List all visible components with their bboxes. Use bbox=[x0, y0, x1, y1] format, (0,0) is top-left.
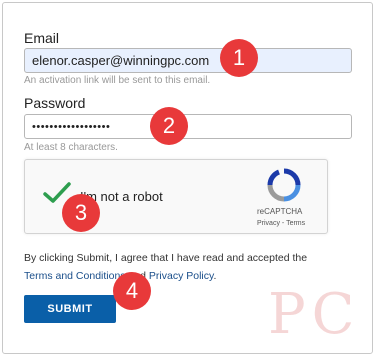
terms-conditions-link[interactable]: Terms and Conditions bbox=[24, 270, 126, 282]
email-hint: An activation link will be sent to this … bbox=[24, 75, 211, 86]
annotation-badge-1: 1 bbox=[220, 39, 258, 77]
watermark-text: PC bbox=[268, 282, 361, 347]
password-hint: At least 8 characters. bbox=[24, 142, 118, 153]
annotation-badge-3: 3 bbox=[62, 194, 100, 232]
annotation-badge-2: 2 bbox=[150, 107, 188, 145]
privacy-policy-link[interactable]: Privacy Policy bbox=[149, 270, 214, 282]
terms-statement: By clicking Submit, I agree that I have … bbox=[24, 249, 344, 285]
watermark-logo: PC bbox=[268, 282, 370, 352]
annotation-badge-4: 4 bbox=[113, 272, 151, 310]
recaptcha-links: Privacy - Terms bbox=[257, 220, 305, 227]
terms-text: By clicking Submit, I agree that I have … bbox=[24, 252, 308, 264]
terms-end: . bbox=[213, 270, 217, 282]
password-label: Password bbox=[24, 95, 86, 111]
recaptcha-terms-link[interactable]: Terms bbox=[286, 220, 305, 227]
submit-button[interactable]: SUBMIT bbox=[24, 295, 116, 323]
recaptcha-privacy-link[interactable]: Privacy bbox=[257, 220, 280, 227]
recaptcha-logo-icon bbox=[267, 168, 301, 207]
email-label: Email bbox=[24, 30, 60, 46]
recaptcha-brand: reCAPTCHA bbox=[257, 207, 303, 216]
email-field[interactable] bbox=[24, 48, 352, 73]
password-field[interactable] bbox=[24, 114, 352, 139]
